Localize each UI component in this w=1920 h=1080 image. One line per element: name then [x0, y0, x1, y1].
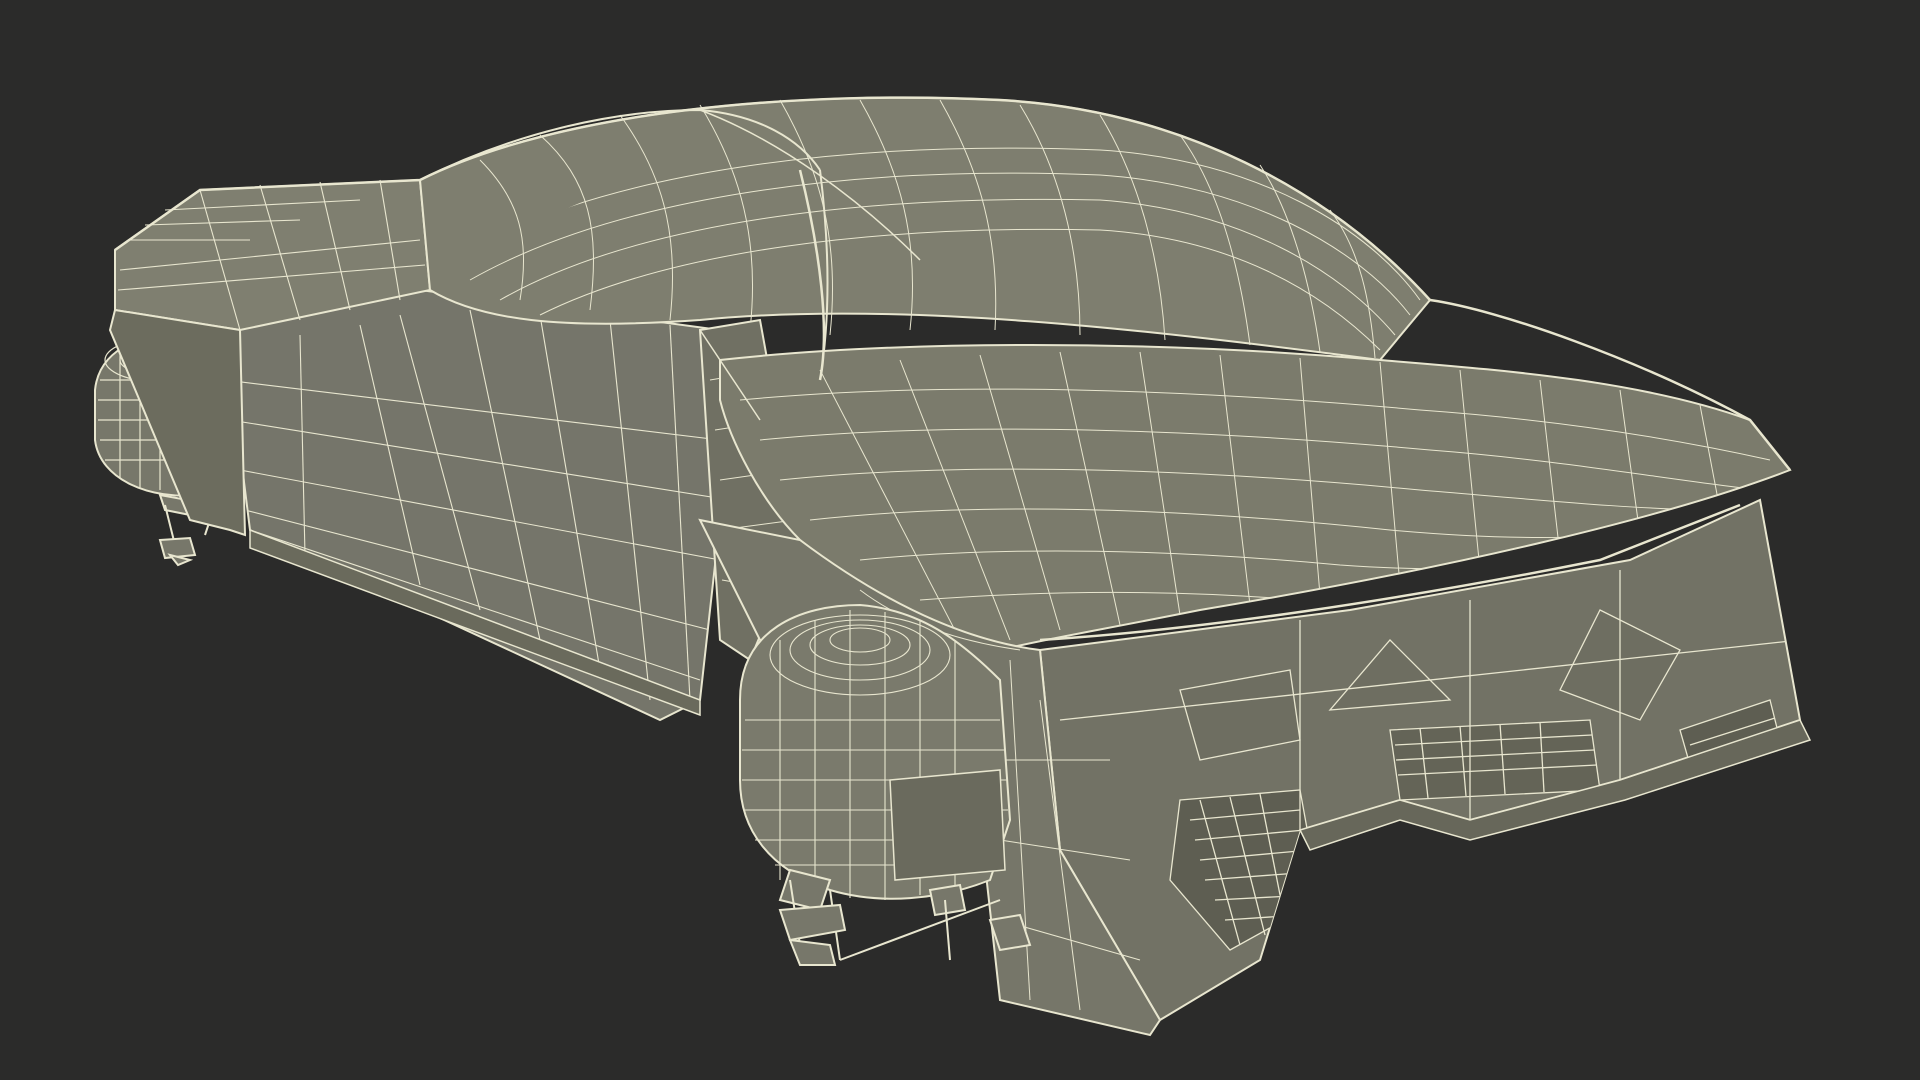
- 3d-viewport[interactable]: [0, 0, 1920, 1080]
- car-wireframe-render: [0, 0, 1920, 1080]
